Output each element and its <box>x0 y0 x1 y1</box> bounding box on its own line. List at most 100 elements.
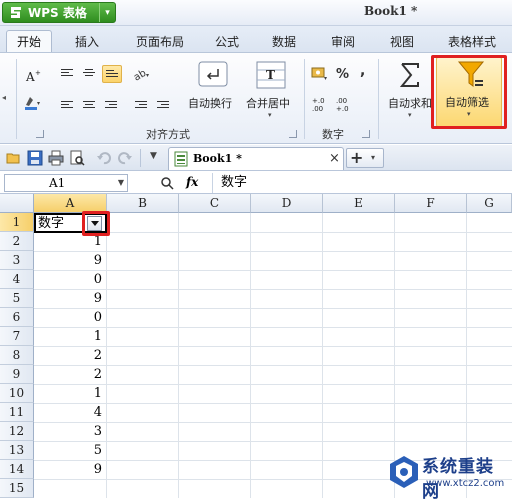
chevron-down-icon[interactable]: ▾ <box>268 111 272 119</box>
row-header[interactable]: 8 <box>0 346 34 365</box>
document-tab-label: Book1 * <box>193 152 242 165</box>
tab-view[interactable]: 视图 <box>380 30 424 52</box>
row-header[interactable]: 7 <box>0 327 34 346</box>
svg-text:T: T <box>266 68 275 82</box>
cell[interactable]: 1 <box>34 327 106 346</box>
fx-icon[interactable]: fx <box>186 175 198 189</box>
chevron-down-icon[interactable]: ▾ <box>371 153 375 162</box>
row-header[interactable]: 14 <box>0 460 34 479</box>
text-orientation-icon[interactable]: ab ▾ <box>132 65 152 84</box>
row-header[interactable]: 11 <box>0 403 34 422</box>
formula-input[interactable]: 数字 <box>212 173 510 193</box>
merge-center-button[interactable]: T 合并居中 ▾ <box>244 59 300 123</box>
tab-insert[interactable]: 插入 <box>64 30 110 52</box>
cell[interactable]: 9 <box>34 251 106 270</box>
cell[interactable]: 0 <box>34 270 106 289</box>
row-header[interactable]: 15 <box>0 479 34 498</box>
row-header[interactable]: 10 <box>0 384 34 403</box>
column-header[interactable]: C <box>179 194 251 213</box>
open-folder-icon[interactable] <box>6 150 22 166</box>
alignment-dialog-launcher-icon[interactable] <box>289 130 297 138</box>
ribbon-scroll-left-icon[interactable]: ◂ <box>2 93 6 102</box>
cell[interactable]: 3 <box>34 422 106 441</box>
chevron-down-icon[interactable]: ▾ <box>99 3 115 22</box>
cell[interactable]: 9 <box>34 289 106 308</box>
column-header[interactable]: B <box>107 194 179 213</box>
cell[interactable]: 2 <box>34 346 106 365</box>
row-header[interactable]: 9 <box>0 365 34 384</box>
row-header[interactable]: 2 <box>0 232 34 251</box>
save-icon[interactable] <box>27 150 43 166</box>
column-header[interactable]: D <box>251 194 323 213</box>
window-title: Book1 * <box>364 4 418 18</box>
toolbar-separator <box>140 149 141 167</box>
align-bottom-icon[interactable] <box>102 65 122 83</box>
watermark-title: 系统重装网 <box>422 457 494 502</box>
column-header[interactable]: F <box>395 194 467 213</box>
cell[interactable]: 2 <box>34 365 106 384</box>
name-box-value: A1 <box>49 176 66 190</box>
font-dialog-launcher-icon[interactable] <box>36 130 44 138</box>
merge-center-label: 合并居中 <box>246 97 290 110</box>
tab-review[interactable]: 审阅 <box>321 30 365 52</box>
ribbon-tab-bar: 开始 插入 页面布局 公式 数据 审阅 视图 表格样式 <box>0 26 512 52</box>
row-header[interactable]: 1 <box>0 213 34 232</box>
row-header[interactable]: 4 <box>0 270 34 289</box>
increase-decimal-icon[interactable]: +.0.00 <box>312 95 332 113</box>
row-header[interactable]: 3 <box>0 251 34 270</box>
align-top-icon[interactable] <box>58 65 78 83</box>
row-header[interactable]: 13 <box>0 441 34 460</box>
align-right-icon[interactable] <box>102 97 122 115</box>
zoom-search-icon[interactable] <box>160 176 174 190</box>
document-tab[interactable]: Book1 * × <box>168 147 344 170</box>
column-header[interactable]: E <box>323 194 395 213</box>
name-box[interactable]: A1 ▼ <box>4 174 128 192</box>
increase-indent-icon[interactable] <box>154 97 174 115</box>
currency-format-icon[interactable]: ▾ <box>310 65 330 83</box>
close-icon[interactable]: × <box>329 151 340 166</box>
cell[interactable]: 1 <box>34 384 106 403</box>
tab-home[interactable]: 开始 <box>6 30 52 52</box>
tab-data[interactable]: 数据 <box>262 30 306 52</box>
redo-icon[interactable] <box>117 150 133 166</box>
align-center-icon[interactable] <box>80 97 100 115</box>
new-tab-button[interactable]: + ▾ <box>346 148 384 168</box>
autosum-button[interactable]: 自动求和 ▾ <box>386 59 434 123</box>
undo-icon[interactable] <box>96 150 112 166</box>
font-color-icon[interactable]: ▾ <box>22 93 42 111</box>
comma-style-button[interactable]: , <box>360 63 365 79</box>
cell[interactable]: 4 <box>34 403 106 422</box>
wrap-text-button[interactable]: 自动换行 <box>188 59 240 123</box>
tab-page-layout[interactable]: 页面布局 <box>128 30 192 52</box>
tab-table-style[interactable]: 表格样式 <box>438 30 506 52</box>
font-grow-icon[interactable]: A + <box>22 67 42 85</box>
svg-text:▾: ▾ <box>146 72 149 79</box>
row-header[interactable]: 6 <box>0 308 34 327</box>
cell[interactable]: 0 <box>34 308 106 327</box>
decrease-decimal-icon[interactable]: .00 +.0 <box>336 95 356 113</box>
print-icon[interactable] <box>48 150 64 166</box>
title-bar: WPS 表格 ▾ Book1 * <box>0 0 512 26</box>
cell-a1-value: 数字 <box>38 216 65 231</box>
cell[interactable]: 9 <box>34 460 106 479</box>
decrease-indent-icon[interactable] <box>132 97 152 115</box>
chevron-down-icon[interactable]: ▼ <box>118 178 124 187</box>
column-header[interactable]: G <box>467 194 512 213</box>
print-preview-icon[interactable] <box>69 150 85 166</box>
row-header[interactable]: 12 <box>0 422 34 441</box>
formula-bar: A1 ▼ fx 数字 <box>0 172 512 194</box>
watermark-url: www.xtcz2.com <box>426 478 505 489</box>
align-left-icon[interactable] <box>58 97 78 115</box>
align-middle-icon[interactable] <box>80 65 100 83</box>
select-all-corner[interactable] <box>0 194 34 213</box>
percent-button[interactable]: % <box>336 67 349 82</box>
tab-formulas[interactable]: 公式 <box>205 30 249 52</box>
customize-toolbar-chevron-icon[interactable]: ▼ <box>150 151 157 161</box>
svg-text:.00: .00 <box>312 105 323 113</box>
chevron-down-icon[interactable]: ▾ <box>408 111 412 119</box>
number-dialog-launcher-icon[interactable] <box>362 130 370 138</box>
svg-text:.00: .00 <box>336 97 347 105</box>
wps-app-menu-button[interactable]: WPS 表格 ▾ <box>2 2 116 23</box>
row-header[interactable]: 5 <box>0 289 34 308</box>
cell[interactable]: 5 <box>34 441 106 460</box>
